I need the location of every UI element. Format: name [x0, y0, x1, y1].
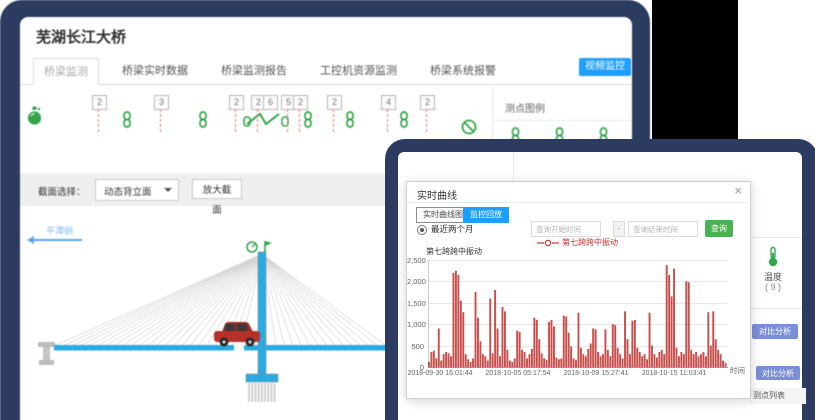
legend-panel-divider — [492, 120, 632, 121]
y-tick-label: 2,500 — [407, 256, 424, 265]
popup-window: 温度 ( 9 ) 对比分析 对比分析 测点列表 实时曲线 × 实时曲线图 监控回… — [385, 139, 815, 420]
x-tick-label: 2018-09-30 16:01:44 — [408, 370, 473, 377]
legend-label: 第七跨跨中振动 — [562, 237, 618, 248]
tab-monitor-playback[interactable]: 监控回放 — [463, 207, 509, 223]
sensor-dash-line — [333, 109, 334, 132]
sensor-count-box[interactable]: 3 — [154, 95, 169, 110]
modal-title: 实时曲线 — [417, 187, 457, 202]
sensor-row: 2322652242 — [0, 0, 650, 150]
sensor-count-box[interactable]: 6 — [263, 95, 278, 110]
screenshot-canvas: 芜湖长江大桥 桥梁监测桥梁实时数据桥梁监测报告工控机资源监测桥梁系统报警 视频监… — [0, 0, 815, 420]
sensor-count-box[interactable]: 2 — [92, 95, 107, 110]
chart-x-axis — [428, 367, 728, 368]
sensor-count-box[interactable]: 2 — [229, 95, 244, 110]
chain-link-icon[interactable] — [303, 111, 313, 128]
stopwatch-icon[interactable] — [26, 106, 43, 126]
bridge-tower — [246, 252, 278, 382]
sensor-count-box[interactable]: 2 — [327, 95, 342, 110]
x-tick-label: 2018-10-15 11:03:41 — [642, 370, 706, 377]
y-tick-label: 1,000 — [407, 320, 424, 329]
sensor-dash-line — [160, 109, 161, 132]
sensor-dash-line — [98, 109, 99, 132]
chart-title: 第七跨跨中振动 — [426, 246, 482, 257]
inclinometer-icon[interactable] — [243, 109, 289, 128]
content-divider — [513, 152, 514, 181]
sensor-count-box[interactable]: 2 — [420, 95, 435, 110]
bridge-foundation — [249, 383, 275, 402]
flag-icon[interactable] — [265, 241, 272, 253]
x-tick-label: 2018-10-09 15:27:41 — [564, 370, 629, 377]
y-tick-label: 1,500 — [407, 299, 424, 308]
chart-x-axis-name: 时间 — [730, 365, 745, 376]
x-tick-label: 2018-10-05 05:17:54 — [486, 370, 551, 377]
bridge-elevation-drawing — [18, 240, 390, 420]
realtime-curve-modal: 实时曲线 × 实时曲线图 监控回放 最近两个月 - 查询 第七跨跨 — [406, 181, 751, 399]
sensor-dash-line — [426, 109, 427, 132]
bridge-side-label: 平潭侧 — [46, 224, 73, 237]
gauge-icon[interactable] — [247, 242, 257, 252]
temperature-count: ( 9 ) — [753, 282, 793, 292]
section-select[interactable]: 动态背立面 — [95, 179, 179, 201]
car-illustration — [214, 322, 260, 346]
enlarge-section-button[interactable]: 放大截面 — [192, 179, 242, 199]
y-tick-label: 2,000 — [407, 277, 424, 286]
legend-marker-icon — [537, 239, 559, 247]
compare-analysis-button-2[interactable]: 对比分析 — [756, 366, 800, 380]
sensor-dash-line — [287, 109, 288, 132]
legend-panel-border — [492, 88, 493, 139]
close-icon[interactable]: × — [734, 184, 742, 198]
last-two-months-radio[interactable] — [417, 225, 427, 235]
point-list-bar[interactable]: 测点列表 — [749, 388, 806, 404]
chain-link-icon[interactable] — [198, 111, 208, 128]
tab-realtime-curve[interactable]: 实时曲线图 — [416, 207, 470, 223]
chain-link-icon[interactable] — [399, 111, 409, 128]
chain-link-icon[interactable] — [122, 111, 132, 128]
popup-window-content: 温度 ( 9 ) 对比分析 对比分析 测点列表 实时曲线 × 实时曲线图 监控回… — [398, 152, 802, 420]
sensor-dash-line — [299, 109, 300, 132]
chart-series-bars — [428, 260, 727, 367]
y-tick-label: 500 — [407, 342, 424, 351]
section-select-label: 截面选择： — [38, 184, 86, 198]
query-button[interactable]: 查询 — [705, 220, 733, 237]
sensor-dash-line — [387, 109, 388, 132]
bridge-pier — [38, 342, 55, 365]
panel-divider — [748, 237, 802, 238]
chain-link-icon[interactable] — [345, 111, 355, 128]
sensor-count-box[interactable]: 4 — [381, 95, 396, 110]
sensor-dash-line — [257, 109, 258, 132]
panel-divider — [748, 308, 802, 309]
sensor-dash-line — [235, 109, 236, 132]
chevron-down-icon — [164, 188, 172, 192]
last-two-months-label: 最近两个月 — [431, 223, 474, 235]
query-end-time-input[interactable] — [628, 221, 698, 237]
background-block — [652, 0, 738, 140]
bridge-deck-left — [54, 345, 234, 351]
date-range-separator: - — [613, 221, 625, 237]
modal-header-divider — [407, 202, 748, 203]
sensor-count-box[interactable]: 2 — [293, 95, 308, 110]
disabled-sensor-icon[interactable] — [461, 119, 477, 135]
legend-panel-title: 测点图例 — [505, 100, 545, 115]
query-start-time-input[interactable] — [531, 221, 601, 237]
compare-analysis-button[interactable]: 对比分析 — [752, 324, 798, 339]
section-select-value: 动态背立面 — [104, 184, 152, 198]
thermometer-icon[interactable] — [766, 246, 780, 268]
